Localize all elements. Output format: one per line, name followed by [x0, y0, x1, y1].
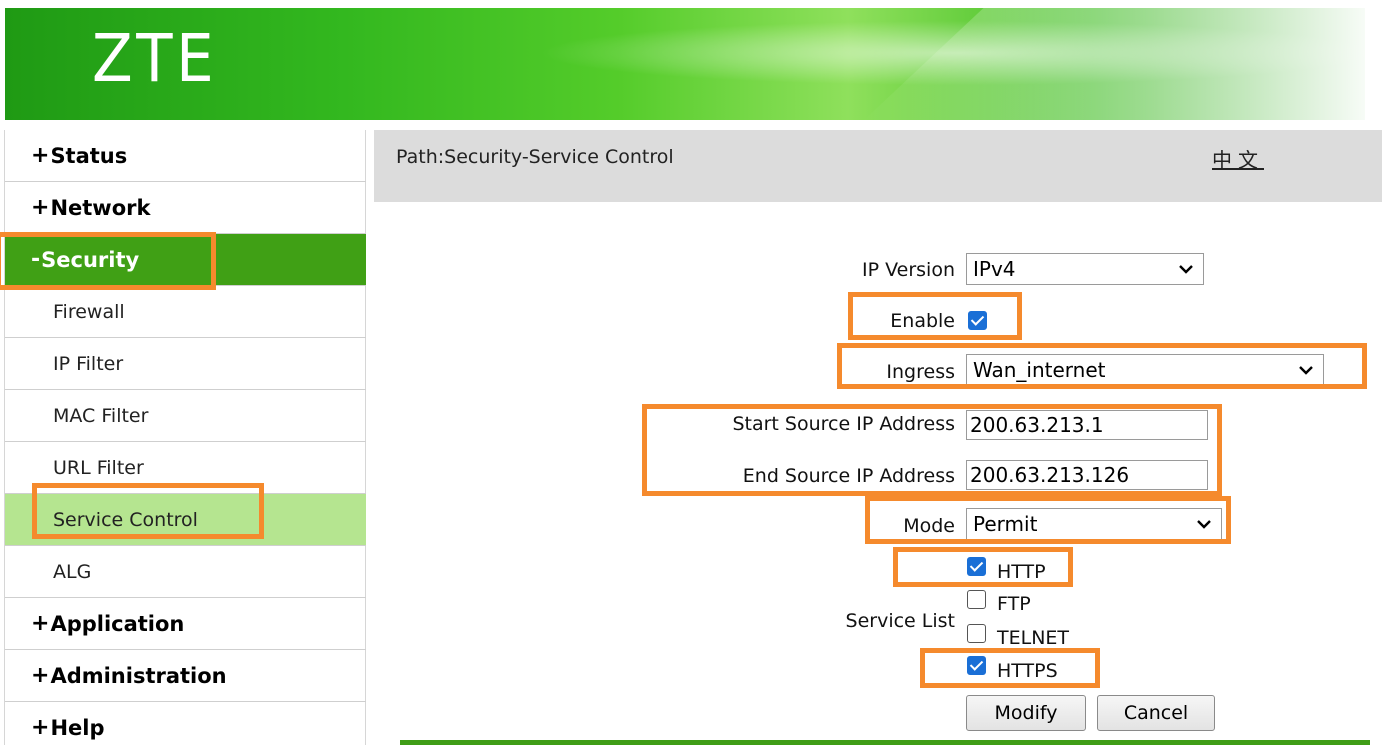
- sidebar-item-label: URL Filter: [53, 456, 144, 479]
- sidebar-item-label: Network: [50, 195, 151, 220]
- cancel-button[interactable]: Cancel: [1097, 695, 1215, 731]
- mode-label: Mode: [903, 515, 955, 537]
- sidebar-item-security[interactable]: - Security: [5, 234, 366, 286]
- sidebar-item-url-filter[interactable]: URL Filter: [5, 442, 366, 494]
- sidebar-item-status[interactable]: + Status: [5, 130, 366, 182]
- expand-plus-icon: +: [31, 663, 50, 688]
- chevron-down-icon: [1179, 265, 1193, 274]
- service-list-label: Service List: [845, 610, 955, 632]
- sidebar-item-alg[interactable]: ALG: [5, 546, 366, 598]
- sidebar-item-ip-filter[interactable]: IP Filter: [5, 338, 366, 390]
- sidebar-nav: + Status + Network - Security Firewall IP F…: [4, 130, 366, 745]
- modify-button[interactable]: Modify: [966, 695, 1086, 731]
- expand-plus-icon: +: [31, 143, 50, 168]
- enable-label: Enable: [890, 310, 955, 332]
- sidebar-item-label: Firewall: [53, 300, 125, 323]
- end-ip-input[interactable]: 200.63.213.126: [966, 460, 1208, 490]
- https-label: HTTPS: [997, 660, 1058, 682]
- ip-version-label: IP Version: [862, 259, 955, 281]
- chevron-down-icon: [1299, 366, 1313, 375]
- telnet-label: TELNET: [997, 627, 1070, 649]
- expand-plus-icon: +: [31, 715, 50, 740]
- sidebar-item-label: Service Control: [53, 508, 198, 531]
- ingress-label: Ingress: [886, 361, 955, 383]
- header-banner: ZTE: [0, 0, 1382, 122]
- sidebar-item-label: IP Filter: [53, 352, 124, 375]
- sidebar-item-network[interactable]: + Network: [5, 182, 366, 234]
- ftp-label: FTP: [997, 593, 1031, 615]
- path-bar: Path:Security-Service Control 中文: [374, 130, 1382, 202]
- http-checkbox[interactable]: [967, 557, 986, 576]
- language-switch-link[interactable]: 中文: [1212, 144, 1264, 173]
- expand-plus-icon: +: [31, 195, 50, 220]
- start-ip-label: Start Source IP Address: [732, 413, 955, 435]
- sidebar-item-label: Status: [50, 143, 128, 168]
- expand-plus-icon: +: [31, 611, 50, 636]
- sidebar-item-label: ALG: [53, 560, 92, 583]
- breadcrumb: Path:Security-Service Control: [396, 146, 674, 168]
- mode-value: Permit: [973, 512, 1038, 536]
- sidebar-item-label: Application: [50, 611, 185, 636]
- end-ip-label: End Source IP Address: [742, 465, 955, 487]
- http-label: HTTP: [997, 561, 1046, 583]
- collapse-minus-icon: -: [31, 247, 41, 272]
- sidebar-item-label: Security: [41, 247, 140, 272]
- https-checkbox[interactable]: [967, 656, 986, 675]
- ip-version-select[interactable]: IPv4: [966, 253, 1204, 285]
- sidebar-item-service-control[interactable]: Service Control: [5, 494, 366, 546]
- ip-version-value: IPv4: [973, 257, 1016, 281]
- enable-checkbox[interactable]: [968, 311, 987, 330]
- telnet-checkbox[interactable]: [967, 624, 986, 643]
- start-ip-input[interactable]: 200.63.213.1: [966, 410, 1208, 440]
- sidebar-item-administration[interactable]: + Administration: [5, 650, 366, 702]
- ingress-select[interactable]: Wan_internet: [966, 354, 1324, 386]
- sidebar-item-label: Help: [50, 715, 105, 740]
- sidebar-item-application[interactable]: + Application: [5, 598, 366, 650]
- mode-select[interactable]: Permit: [966, 508, 1222, 540]
- sidebar-item-label: Administration: [50, 663, 227, 688]
- footer-strip: [400, 740, 1370, 745]
- ftp-checkbox[interactable]: [967, 590, 986, 609]
- zte-logo: ZTE: [92, 20, 218, 97]
- sidebar-item-firewall[interactable]: Firewall: [5, 286, 366, 338]
- sidebar-item-help[interactable]: + Help: [5, 702, 366, 745]
- ingress-value: Wan_internet: [973, 358, 1106, 382]
- chevron-down-icon: [1197, 520, 1211, 529]
- sidebar-item-mac-filter[interactable]: MAC Filter: [5, 390, 366, 442]
- sidebar-item-label: MAC Filter: [53, 404, 149, 427]
